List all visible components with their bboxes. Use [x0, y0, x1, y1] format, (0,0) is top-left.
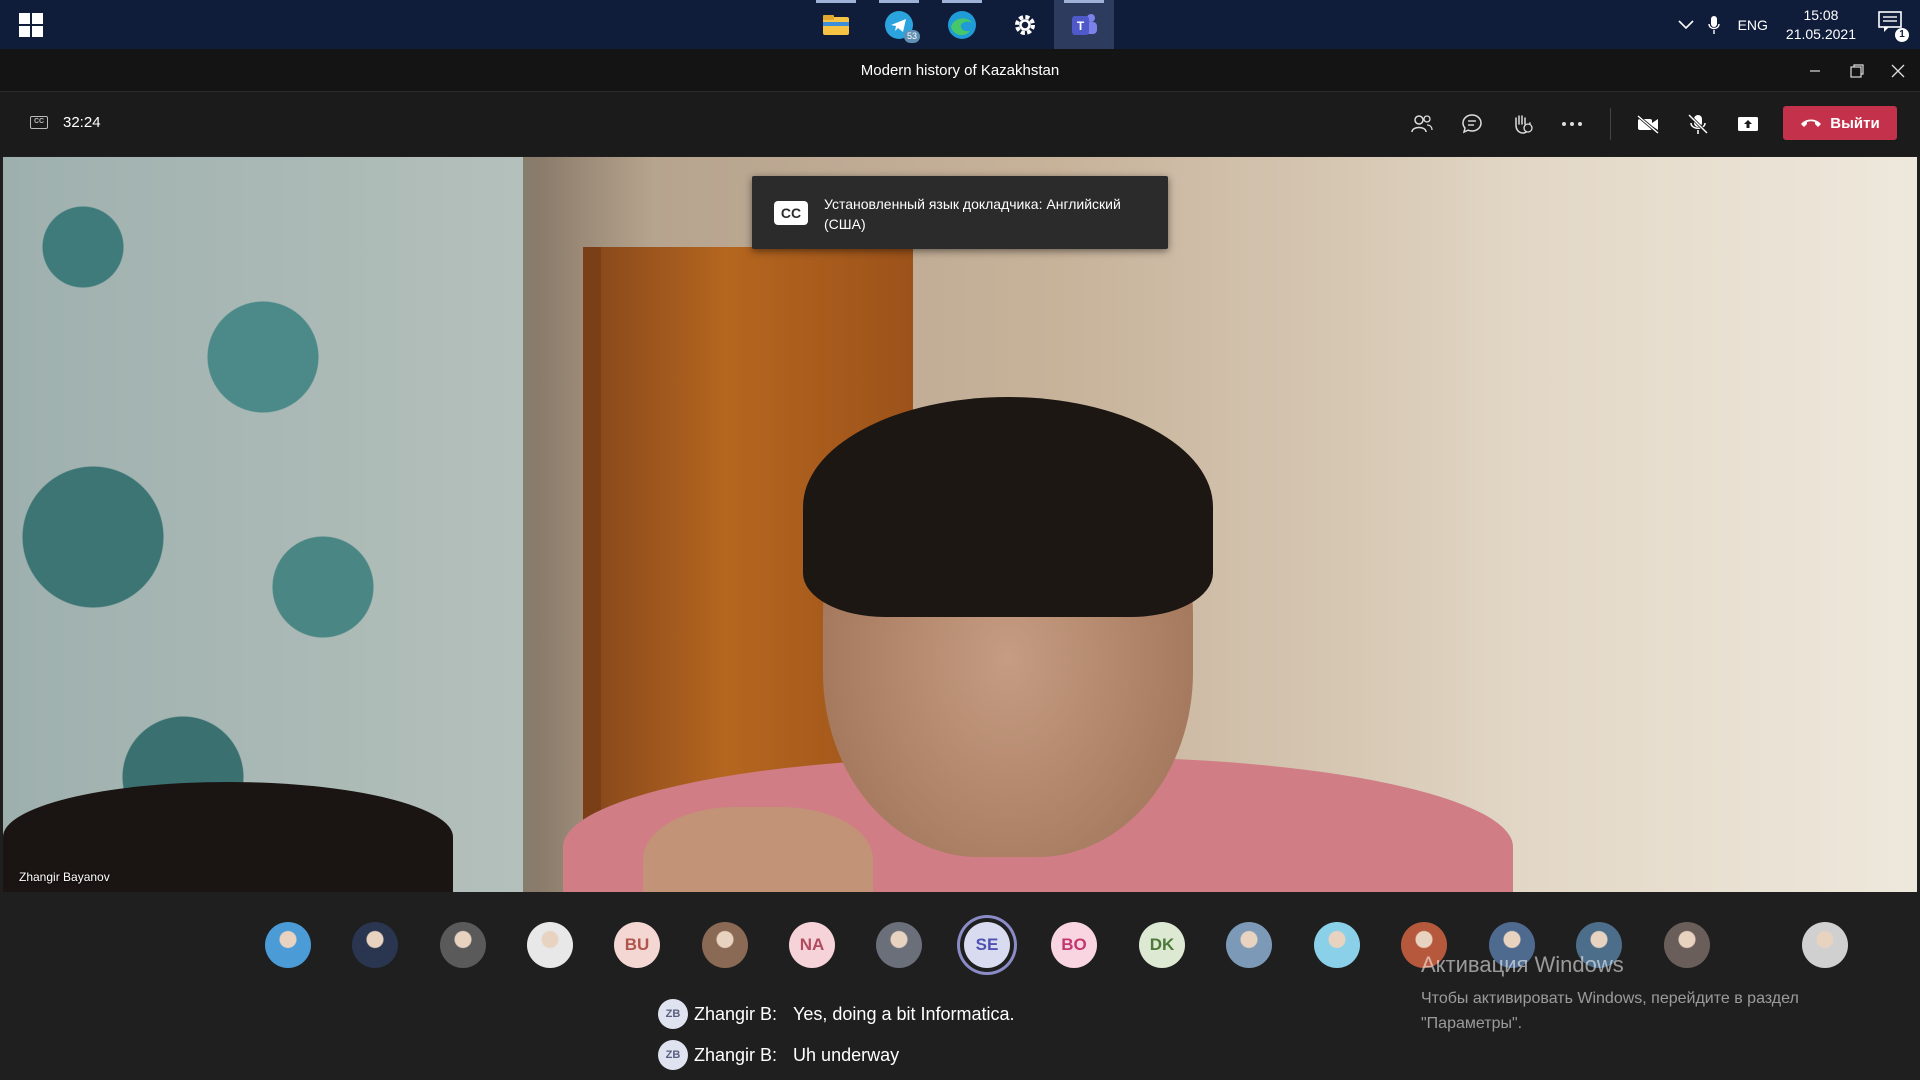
telegram-unread-badge: 53 — [903, 29, 920, 43]
participant-avatar[interactable] — [265, 922, 311, 968]
mic-toggle-button[interactable] — [1680, 108, 1716, 140]
window-title: Modern history of Kazakhstan — [860, 62, 1060, 79]
participant-avatar[interactable]: SE — [964, 922, 1010, 968]
caption-text: Uh underway — [793, 1044, 900, 1065]
camera-off-icon — [1637, 114, 1659, 134]
participant-avatar[interactable] — [440, 922, 486, 968]
caption-speaker: Zhangir B: — [694, 1044, 778, 1065]
participant-avatar[interactable]: DK — [1139, 922, 1185, 968]
reactions-button[interactable] — [1504, 108, 1540, 140]
windows-taskbar: 53 T ENG 15:08 21.05.2021 1 — [0, 0, 1920, 49]
minimize-icon — [1810, 69, 1820, 72]
teams-icon: T — [1072, 13, 1097, 35]
system-clock[interactable]: 15:08 21.05.2021 — [1786, 6, 1856, 44]
share-screen-icon — [1738, 117, 1758, 131]
leave-label: Выйти — [1830, 114, 1880, 132]
taskbar-settings[interactable] — [995, 0, 1055, 49]
caption-line: ZB Zhangir B: Uh underway — [658, 1037, 1015, 1073]
meeting-toolbar: CC 32:24 Выйти — [0, 92, 1920, 156]
caption-speaker: Zhangir B: — [694, 1003, 778, 1024]
caption-avatar: ZB — [658, 1040, 688, 1070]
participant-strip: BU NA SE BO DK ZB Zhangir B: Yes, doing a bi… — [0, 892, 1920, 1080]
minimize-button[interactable] — [1795, 49, 1835, 92]
gear-icon — [1015, 14, 1035, 35]
share-screen-button[interactable] — [1730, 108, 1766, 140]
show-participants-button[interactable] — [1404, 108, 1440, 140]
participant-avatar[interactable]: BO — [1051, 922, 1097, 968]
caption-language-toast: CC Установленный язык докладчика: Англий… — [752, 176, 1168, 249]
windows-start-button[interactable] — [10, 12, 52, 38]
participant-avatar[interactable]: NA — [789, 922, 835, 968]
window-title-bar: Modern history of Kazakhstan — [0, 49, 1920, 92]
microphone-off-icon — [1687, 113, 1709, 135]
more-actions-button[interactable] — [1554, 108, 1590, 140]
folder-icon — [823, 14, 849, 35]
restore-icon — [1850, 63, 1864, 78]
caption-avatar: ZB — [658, 999, 688, 1029]
toolbar-divider — [1610, 108, 1611, 140]
meeting-timer: 32:24 — [63, 114, 101, 131]
cc-badge-icon: CC — [774, 201, 808, 225]
windows-activation-watermark: Активация Windows Чтобы активировать Win… — [1421, 952, 1861, 1036]
caption-line: ZB Zhangir B: Yes, doing a bit Informati… — [658, 996, 1015, 1032]
taskbar-file-explorer[interactable] — [806, 0, 866, 49]
taskbar-telegram[interactable]: 53 — [869, 0, 929, 49]
clock-date: 21.05.2021 — [1785, 25, 1856, 42]
people-icon — [1411, 115, 1433, 133]
show-chat-button[interactable] — [1454, 108, 1490, 140]
participant-avatar[interactable] — [1226, 922, 1272, 968]
notification-count-badge: 1 — [1895, 27, 1909, 42]
participant-avatar[interactable]: BU — [614, 922, 660, 968]
restore-button[interactable] — [1837, 49, 1877, 92]
camera-toggle-button[interactable] — [1630, 108, 1666, 140]
microphone-icon[interactable] — [1707, 15, 1720, 35]
speaker-name-label: Zhangir Bayanov — [19, 870, 110, 884]
caption-text: Yes, doing a bit Informatica. — [793, 1003, 1015, 1024]
edge-icon — [948, 10, 976, 39]
leave-meeting-button[interactable]: Выйти — [1783, 106, 1897, 140]
speaker-hand — [643, 807, 873, 892]
participant-avatar[interactable] — [352, 922, 398, 968]
raise-hand-icon — [1515, 115, 1533, 134]
taskbar-edge[interactable] — [932, 0, 992, 49]
captions-icon: CC — [30, 116, 48, 129]
close-button[interactable] — [1878, 49, 1918, 92]
action-center-button[interactable]: 1 — [1878, 10, 1909, 42]
participant-avatar[interactable] — [876, 922, 922, 968]
more-icon — [1562, 122, 1582, 126]
participant-avatar[interactable] — [527, 922, 573, 968]
live-captions: ZB Zhangir B: Yes, doing a bit Informati… — [658, 996, 1015, 1078]
chevron-up-icon[interactable] — [1678, 19, 1694, 30]
hang-up-icon — [1801, 119, 1822, 127]
system-tray: ENG 15:08 21.05.2021 1 — [1678, 0, 1920, 49]
chat-icon — [1462, 114, 1482, 134]
activation-subtitle: Чтобы активировать Windows, перейдите в … — [1421, 990, 1799, 1032]
taskbar-teams[interactable]: T — [1054, 0, 1114, 49]
main-video-feed: Zhangir Bayanov — [3, 157, 1917, 892]
clock-time: 15:08 — [1803, 6, 1839, 23]
speaker-hair — [803, 397, 1213, 617]
participant-avatar[interactable] — [702, 922, 748, 968]
activation-title: Активация Windows — [1421, 952, 1624, 977]
participant-avatar[interactable] — [1314, 922, 1360, 968]
input-language[interactable]: ENG — [1738, 17, 1768, 33]
caption-language-text: Установленный язык докладчика: Английски… — [824, 196, 1121, 232]
svg-text:T: T — [1077, 19, 1085, 33]
close-icon — [1891, 64, 1905, 77]
